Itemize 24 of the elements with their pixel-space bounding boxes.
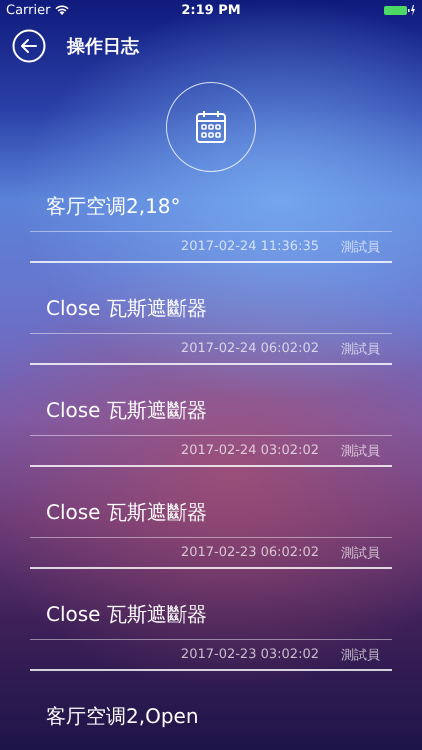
log-entry-title: Close 瓦斯遮斷器 bbox=[46, 294, 207, 322]
log-entry-title: Close 瓦斯遮斷器 bbox=[46, 498, 207, 526]
log-operator: 測試員 bbox=[341, 238, 380, 256]
log-entry-title: 客厅空调2,Open bbox=[46, 702, 198, 730]
log-timestamp: 2017-02-23 06:02:02 bbox=[180, 545, 319, 560]
battery-icon bbox=[384, 4, 416, 16]
log-operator: 測試員 bbox=[341, 544, 380, 562]
status-time: 2:19 PM bbox=[181, 2, 241, 18]
page-title: 操作日志 bbox=[67, 35, 139, 58]
log-entry-title: Close 瓦斯遮斷器 bbox=[46, 396, 207, 424]
log-timestamp: 2017-02-24 11:36:35 bbox=[180, 239, 319, 254]
log-entry-title: Close 瓦斯遮斷器 bbox=[46, 600, 207, 628]
log-timestamp: 2017-02-24 06:02:02 bbox=[180, 341, 319, 356]
calendar-icon bbox=[195, 110, 227, 144]
log-operator: 測試員 bbox=[341, 442, 380, 460]
calendar-button[interactable] bbox=[166, 82, 256, 172]
carrier-label: Carrier bbox=[6, 2, 50, 18]
log-operator: 測試員 bbox=[341, 646, 380, 664]
wifi-icon bbox=[55, 5, 70, 15]
log-timestamp: 2017-02-23 03:02:02 bbox=[180, 647, 319, 662]
back-button[interactable] bbox=[12, 29, 46, 63]
log-operator: 測試員 bbox=[341, 340, 380, 358]
log-timestamp: 2017-02-24 03:02:02 bbox=[180, 443, 319, 458]
log-entry-title: 客厅空调2,18° bbox=[46, 192, 181, 220]
